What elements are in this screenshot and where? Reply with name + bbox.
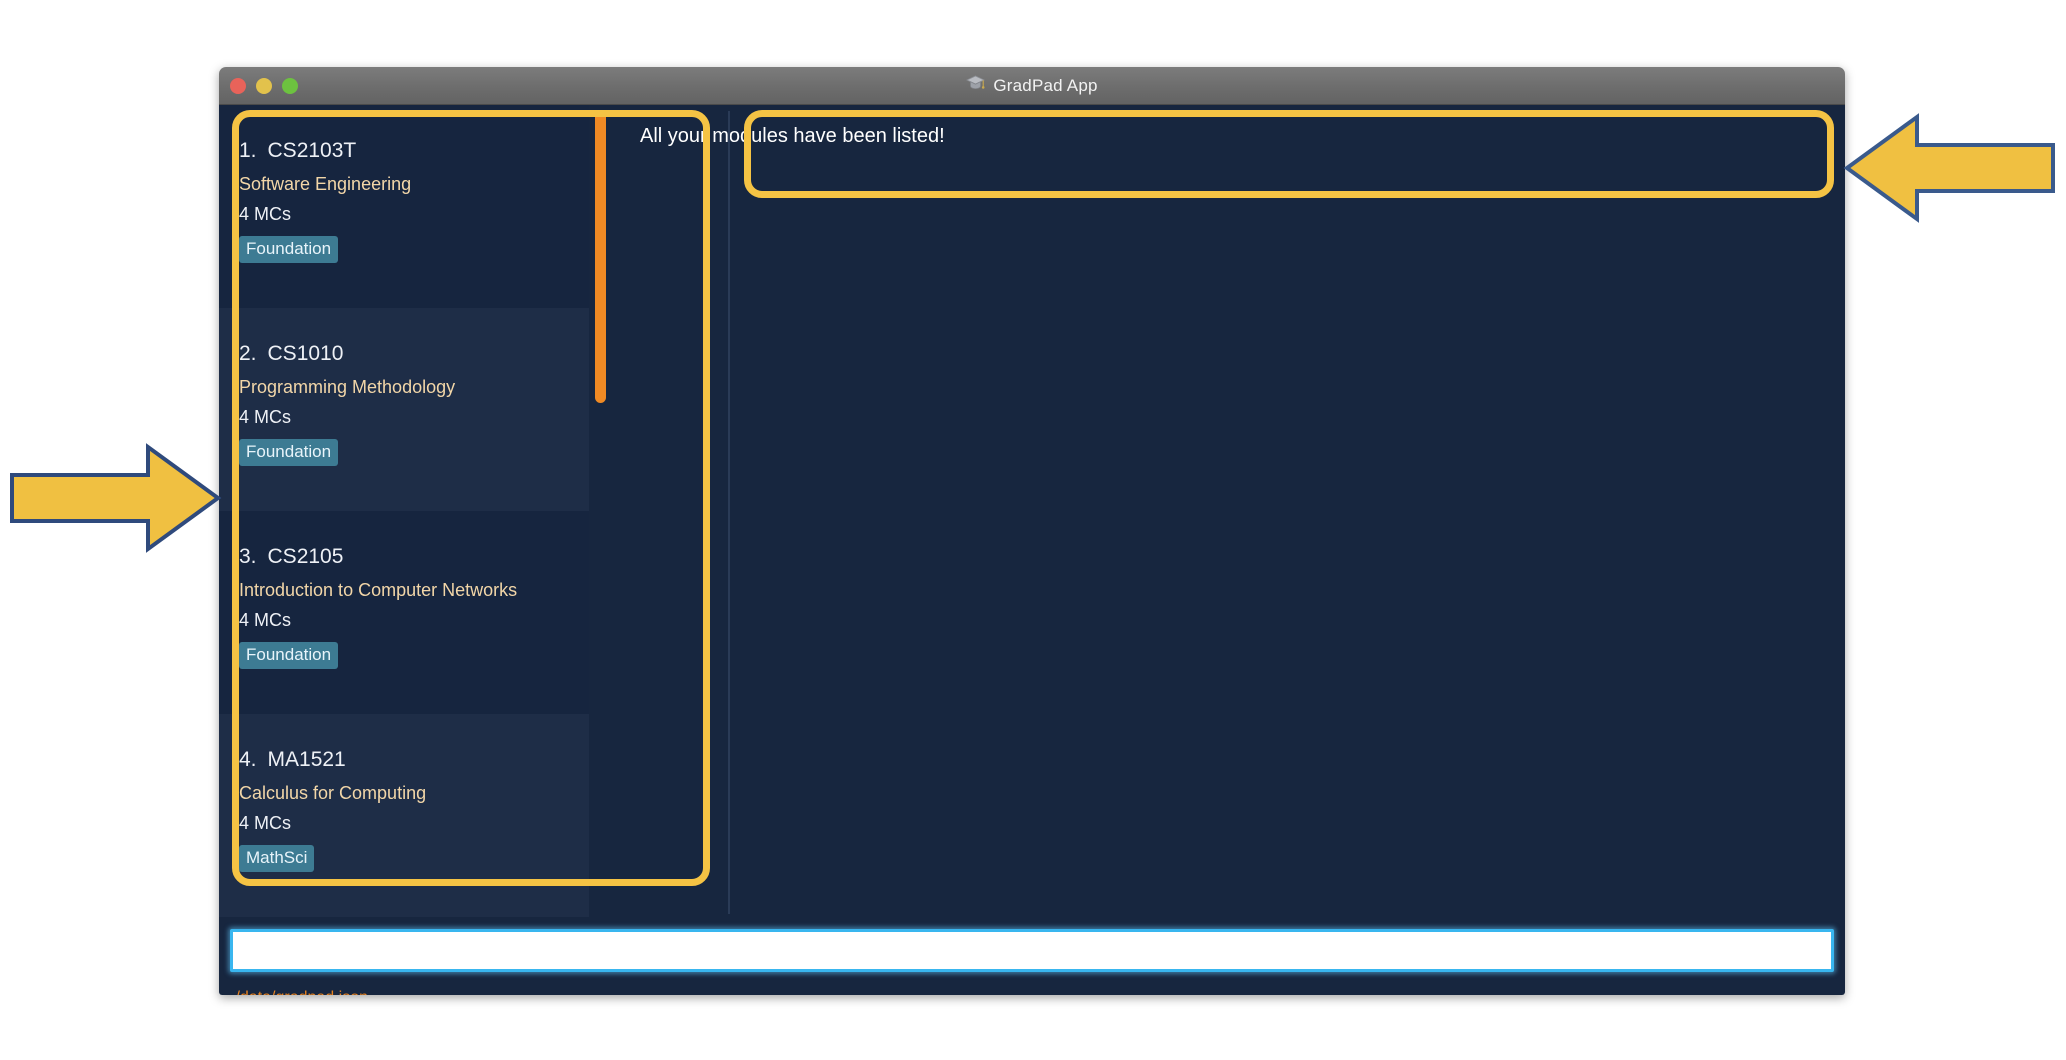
list-item[interactable]: 2. CS1010 Programming Methodology 4 MCs F…	[219, 308, 589, 511]
module-heading: 2. CS1010	[239, 342, 589, 366]
window-title-area: GradPad App	[219, 67, 1845, 104]
window-titlebar[interactable]: GradPad App	[219, 67, 1845, 105]
list-item[interactable]: 3. CS2105 Introduction to Computer Networ…	[219, 511, 589, 714]
module-code: CS1010	[267, 342, 344, 365]
module-index: 3.	[239, 545, 257, 568]
list-item[interactable]: 4. MA1521 Calculus for Computing 4 MCs Ma…	[219, 714, 589, 917]
module-index: 4.	[239, 748, 257, 771]
pane-divider	[728, 111, 730, 914]
module-tag: Foundation	[239, 439, 339, 466]
app-window: GradPad App 1. CS2103T Software Engineeri…	[219, 67, 1845, 995]
panes-container: 1. CS2103T Software Engineering 4 MCs Fou…	[219, 105, 1845, 921]
module-description: Software Engineering	[239, 174, 412, 194]
module-description: Calculus for Computing	[239, 783, 427, 803]
result-pane: All your modules have been listed!	[609, 105, 1845, 921]
graduation-cap-icon	[966, 75, 986, 97]
module-index: 2.	[239, 342, 257, 365]
module-code: CS2103T	[267, 139, 357, 162]
module-credits: 4 MCs	[239, 204, 292, 224]
screenshot-root: GradPad App 1. CS2103T Software Engineeri…	[0, 0, 2066, 1060]
module-heading: 4. MA1521	[239, 748, 589, 772]
window-title-text: GradPad App	[993, 75, 1098, 95]
arrow-pointing-left-at-result	[1843, 112, 2055, 229]
module-heading: 1. CS2103T	[239, 139, 589, 163]
module-description: Introduction to Computer Networks	[239, 580, 518, 600]
list-item[interactable]: 1. CS2103T Software Engineering 4 MCs Fou…	[219, 105, 589, 308]
module-credits: 4 MCs	[239, 407, 292, 427]
module-description: Programming Methodology	[239, 377, 456, 397]
module-credits: 4 MCs	[239, 610, 292, 630]
module-list-scrollbar[interactable]	[594, 105, 606, 921]
arrow-pointing-right-at-list	[10, 442, 222, 559]
command-input-row	[230, 929, 1834, 972]
data-file-path: ./data/gradpad.json	[231, 989, 368, 995]
module-list[interactable]: 1. CS2103T Software Engineering 4 MCs Fou…	[219, 105, 589, 921]
scrollbar-thumb[interactable]	[595, 111, 606, 403]
module-tag: Foundation	[239, 236, 339, 263]
command-input[interactable]	[230, 929, 1834, 972]
module-tag: MathSci	[239, 845, 315, 872]
module-credits: 4 MCs	[239, 813, 292, 833]
module-code: CS2105	[267, 545, 344, 568]
module-code: MA1521	[267, 748, 346, 771]
module-index: 1.	[239, 139, 257, 162]
module-heading: 3. CS2105	[239, 545, 589, 569]
module-tag: Foundation	[239, 642, 339, 669]
module-list-pane: 1. CS2103T Software Engineering 4 MCs Fou…	[219, 105, 609, 921]
app-body: 1. CS2103T Software Engineering 4 MCs Fou…	[219, 105, 1845, 995]
result-message: All your modules have been listed!	[632, 117, 1837, 191]
